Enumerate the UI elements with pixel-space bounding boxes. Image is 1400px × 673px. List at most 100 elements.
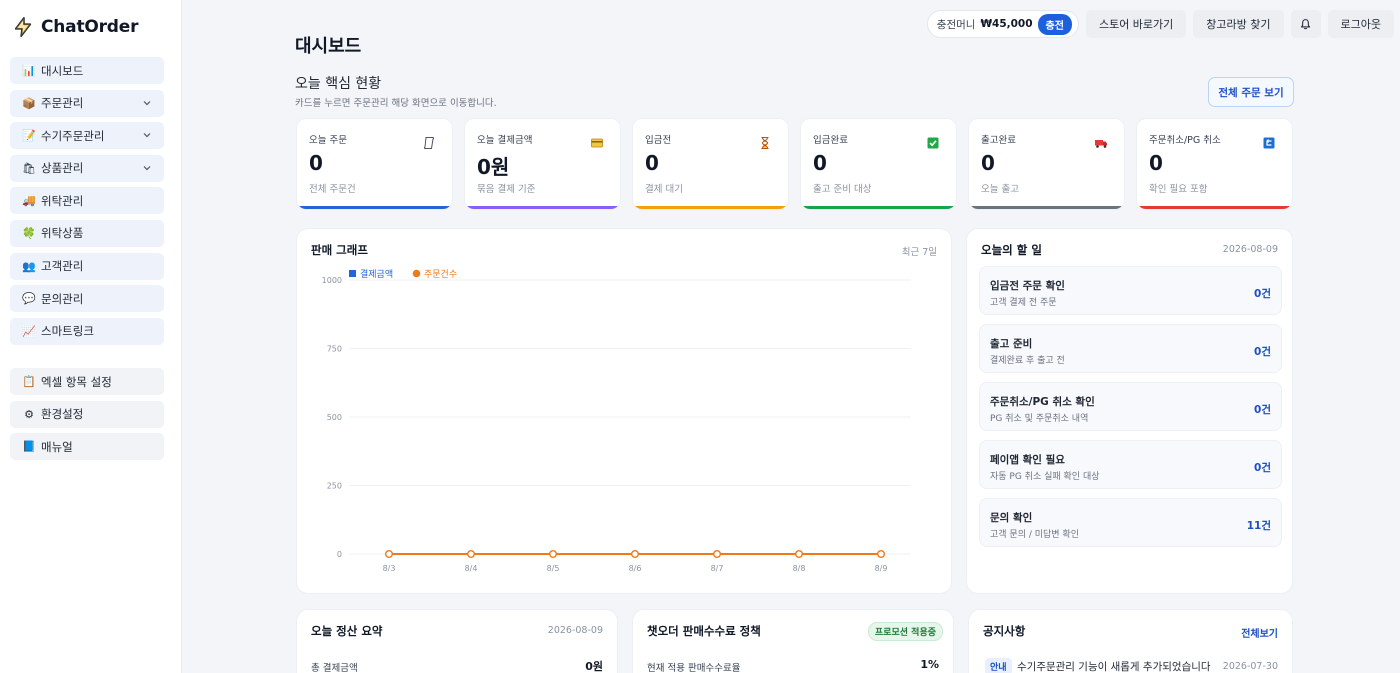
- topbar: 충전머니 ₩45,000 충전 스토어 바로가기 창고라방 찾기 로그아웃: [926, 10, 1394, 38]
- stat-accent-bar: [297, 206, 452, 209]
- settlement-row-label: 총 결제금액: [311, 663, 358, 673]
- sidebar-item-manual[interactable]: 📘 매뉴얼: [10, 433, 164, 461]
- sidebar-item-label: 위탁상품: [41, 226, 84, 241]
- sidebar-item-smartlink[interactable]: 📈 스마트링크: [10, 317, 164, 345]
- clover-icon: 🍀: [22, 226, 36, 240]
- store-link-button[interactable]: 스토어 바로가기: [1085, 10, 1187, 38]
- sidebar-item-label: 매뉴얼: [41, 439, 73, 454]
- sidebar-item-label: 엑셀 항목 설정: [41, 374, 112, 389]
- chart-y-tick-label: 1000: [322, 276, 342, 285]
- sidebar-item-manual-orders[interactable]: 📝 수기주문관리: [10, 122, 164, 150]
- sidebar-item-inquiries[interactable]: 💬 문의관리: [10, 285, 164, 313]
- truck-icon: [1095, 140, 1107, 148]
- chart-x-tick-label: 8/7: [711, 564, 724, 573]
- users-icon: 👥: [22, 259, 36, 273]
- chart-data-point: [384, 550, 393, 559]
- truck-icon: 🚚: [22, 194, 36, 208]
- todo-item-inquiries[interactable]: 문의 확인 고객 문의 / 미답변 확인 11건: [979, 498, 1282, 547]
- notice-item-link[interactable]: 수기주문관리 기능이 새롭게 추가되었습니다: [1017, 659, 1211, 673]
- promotion-badge: 프로모션 적용중: [867, 622, 943, 641]
- todo-sub: 고객 결제 전 주문: [990, 298, 1057, 308]
- sidebar-item-label: 위탁관리: [41, 193, 84, 208]
- stat-card-cancelled[interactable]: 주문취소/PG 취소 0 확인 필요 포함: [1136, 118, 1293, 210]
- stat-card-awaiting-payment[interactable]: 입금전 0 결제 대기: [632, 118, 789, 210]
- todo-item-awaiting-payment[interactable]: 입금전 주문 확인 고객 결제 전 주문 0건: [979, 266, 1282, 315]
- card-title: 오늘의 할 일: [981, 243, 1042, 257]
- stat-card-payment-complete[interactable]: 입금완료 0 출고 준비 대상: [800, 118, 957, 210]
- chevron-down-icon: [143, 165, 151, 171]
- warehouse-search-button[interactable]: 창고라방 찾기: [1193, 10, 1284, 38]
- chevron-down-icon: [143, 100, 151, 105]
- todo-count: 11건: [1246, 520, 1271, 532]
- stat-label: 주문취소/PG 취소: [1149, 135, 1221, 146]
- stat-desc: 묶음 결제 기준: [477, 184, 536, 195]
- sales-chart-card: 판매 그래프 최근 7일 0 250 500 750 1000 8/3 8/4 8/5 8/6 8…: [296, 228, 952, 594]
- fee-policy-card: 챗오더 판매수수료 정책 프로모션 적용중 현재 적용 판매수수료율 1%: [632, 609, 954, 673]
- todo-title: 입금전 주문 확인: [990, 280, 1065, 292]
- stat-desc: 오늘 출고: [981, 184, 1019, 195]
- sidebar-item-label: 수기주문관리: [41, 128, 105, 143]
- chart-data-point: [548, 550, 557, 559]
- chart-x-tick-label: 8/3: [383, 564, 396, 573]
- todo-count: 0건: [1254, 288, 1271, 300]
- chart-y-tick-label: 750: [327, 345, 342, 354]
- brand[interactable]: ChatOrder: [12, 16, 138, 38]
- card-title: 챗오더 판매수수료 정책: [647, 624, 761, 638]
- stat-desc: 전체 주문건: [309, 184, 356, 195]
- all-orders-button[interactable]: 전체 주문 보기: [1208, 77, 1294, 107]
- chart-data-point: [631, 550, 640, 559]
- notice-view-all-link[interactable]: 전체보기: [1241, 625, 1278, 640]
- sidebar-item-label: 스마트링크: [41, 324, 94, 339]
- stat-accent-bar: [465, 206, 620, 209]
- gear-icon: ⚙: [24, 407, 34, 421]
- sidebar-item-settings[interactable]: ⚙ 환경설정: [10, 400, 164, 428]
- lightning-icon: [14, 17, 32, 37]
- todo-count: 0건: [1254, 462, 1271, 474]
- todo-item-shipping-prep[interactable]: 출고 준비 결제완료 후 출고 전 0건: [979, 324, 1282, 373]
- sidebar-item-label: 문의관리: [41, 291, 84, 306]
- credit-card-icon: [591, 138, 603, 148]
- todo-sub: 자동 PG 취소 실패 확인 대상: [990, 472, 1100, 482]
- todo-title: 페이앱 확인 필요: [990, 454, 1065, 466]
- check-box-icon: [927, 137, 939, 149]
- sidebar: ChatOrder 📊 대시보드 📦 주문관리 📝 수기주문관리 🛍 상품관리 …: [0, 0, 182, 673]
- chart-x-tick-label: 8/6: [629, 564, 642, 573]
- chart-data-point: [466, 550, 475, 559]
- stat-card-today-orders[interactable]: 오늘 주문 0 전체 주문건: [296, 118, 453, 210]
- wallet-amount: ₩45,000: [980, 18, 1033, 30]
- notification-button[interactable]: [1290, 10, 1321, 38]
- todo-item-payapp-check[interactable]: 페이앱 확인 필요 자동 PG 취소 실패 확인 대상 0건: [979, 440, 1282, 489]
- stat-card-shipped[interactable]: 출고완료 0 오늘 출고: [968, 118, 1125, 210]
- sidebar-item-consignment-products[interactable]: 🍀 위탁상품: [10, 219, 164, 247]
- chart-y-tick-label: 250: [327, 482, 342, 491]
- sidebar-item-orders[interactable]: 📦 주문관리: [10, 89, 164, 117]
- todo-item-cancel-check[interactable]: 주문취소/PG 취소 확인 PG 취소 및 주문취소 내역 0건: [979, 382, 1282, 431]
- todo-card: 오늘의 할 일 2026-08-09 입금전 주문 확인 고객 결제 전 주문 …: [966, 228, 1293, 594]
- sidebar-item-label: 주문관리: [41, 96, 84, 111]
- charge-button[interactable]: 충전: [1037, 13, 1072, 35]
- box-icon: 📦: [22, 96, 36, 110]
- sidebar-item-products[interactable]: 🛍 상품관리: [10, 154, 164, 182]
- chart-legend-marker: [412, 269, 421, 278]
- sidebar-item-label: 상품관리: [41, 161, 84, 176]
- page-title: 대시보드: [295, 36, 362, 57]
- sidebar-item-consignment[interactable]: 🚚 위탁관리: [10, 187, 164, 215]
- sidebar-item-customers[interactable]: 👥 고객관리: [10, 252, 164, 280]
- stat-desc: 결제 대기: [645, 184, 683, 195]
- settlement-summary-card: 오늘 정산 요약 2026-08-09 총 결제금액 0원: [296, 609, 618, 673]
- todo-title: 출고 준비: [990, 338, 1033, 350]
- stat-accent-bar: [801, 206, 956, 209]
- sidebar-item-excel-settings[interactable]: 📋 엑셀 항목 설정: [10, 368, 164, 395]
- chart-legend-marker: [349, 270, 356, 277]
- chart-x-tick-label: 8/5: [547, 564, 560, 573]
- stat-value: 0: [309, 151, 323, 175]
- sidebar-nav: 📊 대시보드 📦 주문관리 📝 수기주문관리 🛍 상품관리 🚚 위탁관리 🍀 위…: [10, 57, 164, 350]
- chart-y-tick-label: 0: [337, 550, 342, 559]
- logout-button[interactable]: 로그아웃: [1327, 10, 1394, 38]
- notice-date: 2026-07-30: [1222, 661, 1278, 672]
- hourglass-icon: [761, 136, 769, 150]
- clipboard-icon: 📋: [22, 375, 36, 388]
- stat-card-today-payment[interactable]: 오늘 결제금액 0원 묶음 결제 기준: [464, 118, 621, 210]
- settlement-row-value: 0원: [585, 660, 603, 673]
- sidebar-item-dashboard[interactable]: 📊 대시보드: [10, 57, 164, 84]
